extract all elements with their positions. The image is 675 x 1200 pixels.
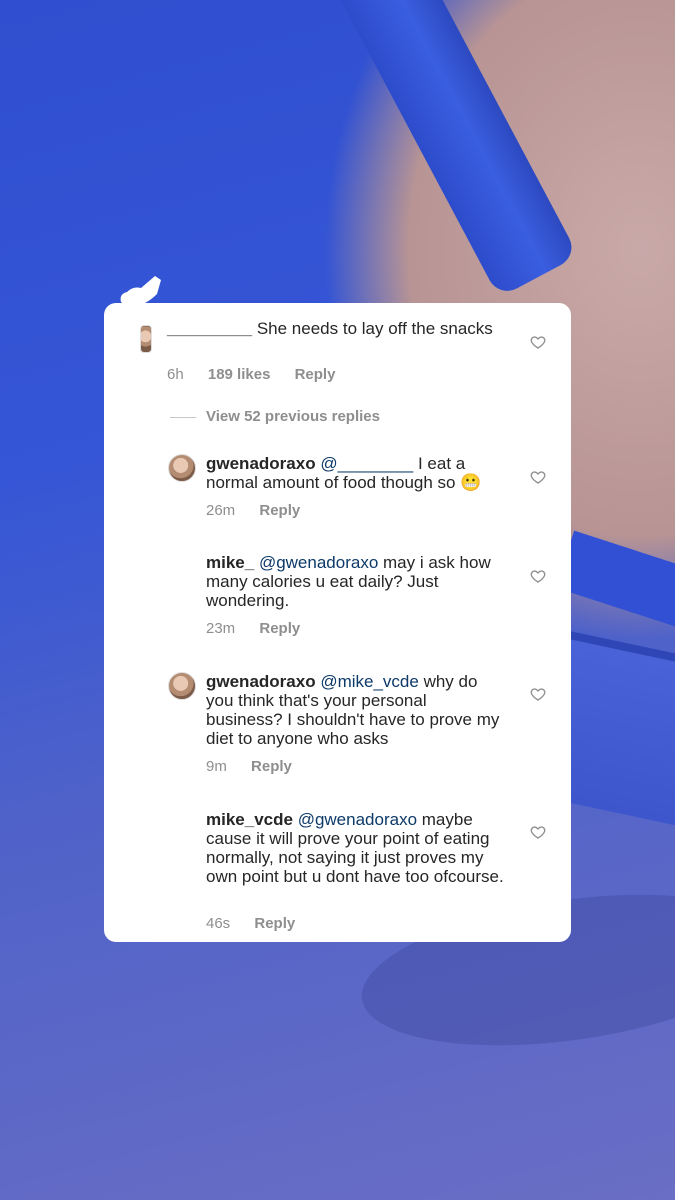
heart-icon[interactable]: [530, 824, 546, 840]
heart-icon[interactable]: [530, 568, 546, 584]
comment-mention[interactable]: @________: [320, 454, 413, 473]
strap-shape: [330, 0, 579, 298]
comment-meta: 6h 189 likes Reply: [167, 366, 355, 383]
comment-meta: 46s Reply: [206, 915, 315, 932]
comment-body: She needs to lay off the snacks: [256, 319, 493, 338]
heart-icon[interactable]: [530, 469, 546, 485]
comment-text: mike_vcde @gwenadoraxo maybe cause it wi…: [206, 810, 506, 886]
comment-text: mike_ @gwenadoraxo may i ask how many ca…: [206, 553, 506, 610]
avatar[interactable]: [140, 325, 152, 353]
heart-icon[interactable]: [530, 334, 546, 350]
comment-mention[interactable]: @gwenadoraxo: [298, 810, 417, 829]
comment-username[interactable]: _________: [167, 319, 252, 338]
reply-button[interactable]: Reply: [251, 758, 292, 775]
reply-button[interactable]: Reply: [295, 366, 336, 383]
comment-username[interactable]: gwenadoraxo: [206, 454, 316, 473]
reply-button[interactable]: Reply: [254, 915, 295, 932]
comment-meta: 26m Reply: [206, 502, 320, 519]
comment-mention[interactable]: @mike_vcde: [320, 672, 419, 691]
comment-username[interactable]: mike_: [206, 553, 254, 572]
comment-mention[interactable]: @gwenadoraxo: [259, 553, 378, 572]
comment-time: 26m: [206, 502, 236, 519]
comment-time: 46s: [206, 915, 231, 932]
comment-username[interactable]: mike_vcde: [206, 810, 293, 829]
comment-text: gwenadoraxo @mike_vcde why do you think …: [206, 672, 506, 748]
heart-icon[interactable]: [530, 686, 546, 702]
view-previous-label: View 52 previous replies: [206, 408, 380, 425]
comment-meta: 23m Reply: [206, 620, 320, 637]
divider-line: [170, 417, 196, 418]
comment-card: _________ She needs to lay off the snack…: [104, 303, 571, 942]
comment-text: _________ She needs to lay off the snack…: [167, 319, 497, 338]
reply-button[interactable]: Reply: [259, 620, 300, 637]
comment-time: 9m: [206, 758, 227, 775]
view-previous-replies-button[interactable]: View 52 previous replies: [206, 408, 380, 425]
comment-time: 6h: [167, 366, 184, 383]
comment-meta: 9m Reply: [206, 758, 312, 775]
comment-text: gwenadoraxo @________ I eat a normal amo…: [206, 454, 516, 492]
comment-likes[interactable]: 189 likes: [208, 366, 271, 383]
reply-button[interactable]: Reply: [259, 502, 300, 519]
comment-username[interactable]: gwenadoraxo: [206, 672, 316, 691]
comment-time: 23m: [206, 620, 236, 637]
avatar[interactable]: [168, 672, 196, 700]
avatar[interactable]: [168, 454, 196, 482]
